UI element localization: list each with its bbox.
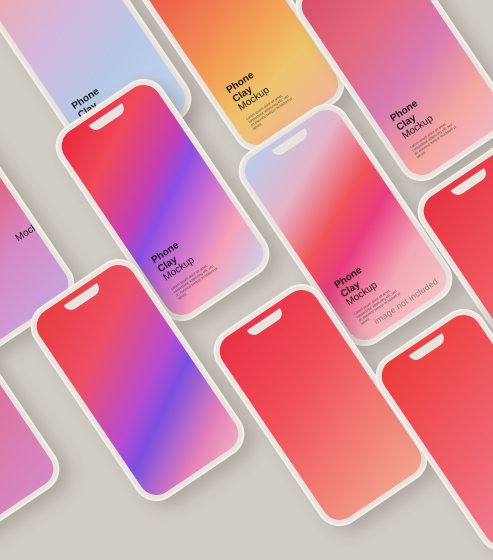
mockup-scene: Phone Clay Mockup Phone Clay Mockup Lore… xyxy=(0,0,493,560)
mockup-caption: Phone Clay Mockup Lorem ipsum dolor sit … xyxy=(150,229,222,301)
mockup-caption: Phone Clay Mockup Lorem ipsum dolor sit … xyxy=(333,254,405,326)
mockup-caption: Mockup xyxy=(13,215,49,245)
phone-notch xyxy=(246,308,285,339)
mockup-caption: Phone Clay Mockup Lorem ipsum dolor sit … xyxy=(389,87,461,159)
mockup-caption: Phone Clay Mockup Lorem ipsum dolor sit … xyxy=(225,59,297,131)
phone-notch xyxy=(88,103,127,134)
caption-line3: Mockup xyxy=(13,215,49,245)
phone-notch xyxy=(63,283,102,314)
phone-notch xyxy=(271,128,310,159)
phone-notch xyxy=(450,168,489,199)
phone-notch xyxy=(408,333,447,364)
